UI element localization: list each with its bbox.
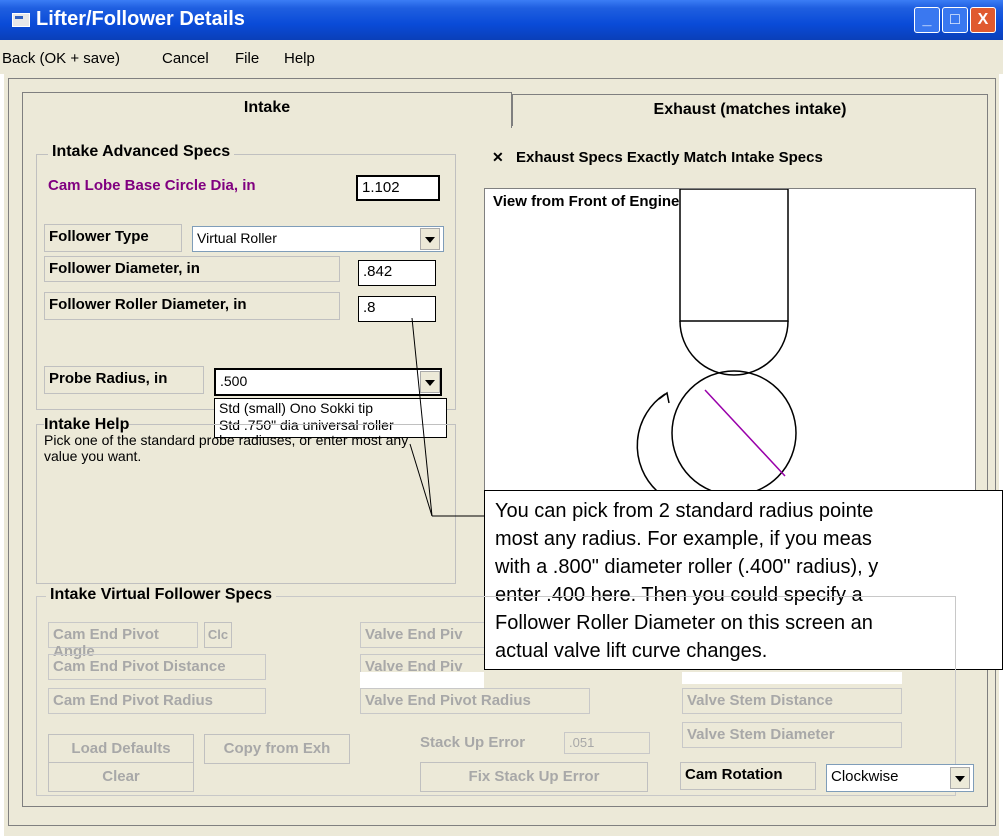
cam-rotation-label: Cam Rotation bbox=[680, 762, 816, 790]
pointer-line bbox=[411, 317, 433, 517]
cam-pivot-angle-label: Cam End Pivot Angle bbox=[48, 622, 198, 660]
stack-up-label: Stack Up Error bbox=[420, 734, 526, 751]
virtual-specs-title: Intake Virtual Follower Specs bbox=[46, 586, 276, 604]
stack-up-input[interactable]: .051 bbox=[564, 732, 650, 754]
cam-rotation-dropdown-icon[interactable] bbox=[950, 767, 970, 789]
cam-pivot-radius-label: Cam End Pivot Radius bbox=[48, 688, 266, 714]
fix-stack-up-button[interactable]: Fix Stack Up Error bbox=[420, 762, 648, 792]
copy-from-exh-button[interactable]: Copy from Exh bbox=[204, 734, 350, 764]
clear-button[interactable]: Clear bbox=[48, 762, 194, 792]
clc-button[interactable]: Clc bbox=[204, 622, 232, 648]
valve-pivot-radius-label: Valve End Pivot Radius bbox=[360, 688, 590, 714]
valve-stem-distance-label: Valve Stem Distance bbox=[682, 688, 902, 714]
load-defaults-button[interactable]: Load Defaults bbox=[48, 734, 194, 764]
valve-pivot-1-label: Valve End Piv bbox=[360, 622, 484, 648]
callout-mask bbox=[682, 672, 902, 684]
valve-stem-dia-label: Valve Stem Diameter bbox=[682, 722, 902, 748]
cam-pivot-distance-label: Cam End Pivot Distance bbox=[48, 654, 266, 680]
callout-mask bbox=[360, 672, 484, 688]
